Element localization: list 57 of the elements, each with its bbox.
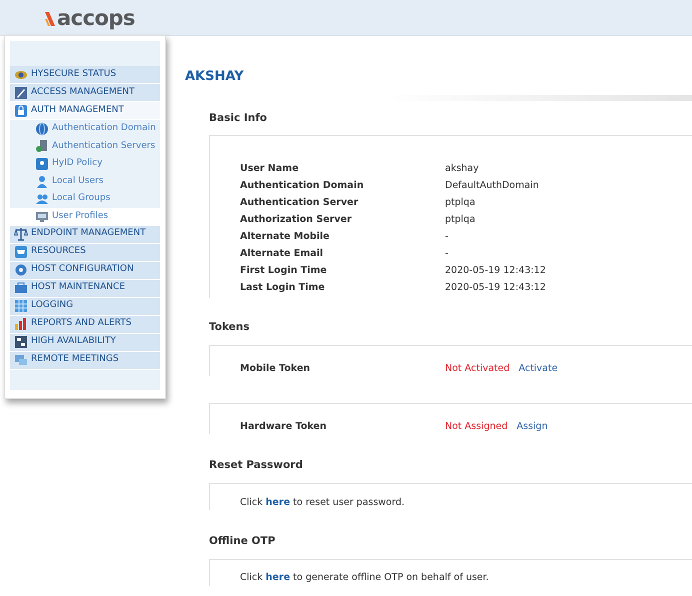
logo-text: accops bbox=[57, 8, 135, 29]
menu-item[interactable]: LOGGING bbox=[10, 298, 160, 316]
field-label: Alternate Mobile bbox=[240, 230, 330, 244]
menu-item[interactable]: HIGH AVAILABILITY bbox=[10, 334, 160, 352]
token-action-link[interactable]: Activate bbox=[518, 362, 558, 376]
field-label: First Login Time bbox=[240, 264, 328, 278]
field-label: Authorization Server bbox=[240, 212, 353, 227]
bar-chart-icon bbox=[14, 317, 28, 332]
instruction-text: Click here to reset user password. bbox=[240, 496, 405, 510]
page-title: AKSHAY bbox=[185, 68, 245, 86]
menu-item[interactable]: AUTH MANAGEMENT bbox=[10, 102, 160, 120]
token-status: Not Activated bbox=[445, 362, 510, 376]
globe-icon bbox=[35, 122, 49, 136]
menu-item[interactable]: ENDPOINT MANAGEMENT bbox=[10, 226, 160, 244]
field-label: User Name bbox=[240, 162, 300, 176]
field-value: DefaultAuthDomain bbox=[445, 178, 539, 193]
token-action-link[interactable]: Assign bbox=[516, 420, 548, 434]
badge-icon bbox=[35, 156, 49, 171]
field-value: 2020-05-19 12:43:12 bbox=[445, 280, 546, 295]
field-value: - bbox=[445, 246, 448, 261]
network-icon bbox=[14, 335, 28, 350]
users-icon bbox=[35, 192, 49, 206]
toolbox-icon bbox=[14, 281, 28, 296]
field-label: Alternate Email bbox=[240, 246, 324, 261]
submenu-item[interactable]: User Profiles bbox=[10, 208, 160, 226]
user-icon bbox=[35, 174, 49, 189]
field-label: Last Login Time bbox=[240, 280, 326, 295]
here-link[interactable]: here bbox=[266, 496, 290, 508]
field-value: akshay bbox=[445, 162, 479, 176]
menu-item[interactable]: REPORTS AND ALERTS bbox=[10, 316, 160, 334]
menu-item[interactable]: HOST MAINTENANCE bbox=[10, 280, 160, 298]
token-label: Mobile Token bbox=[240, 362, 312, 376]
section-heading: Offline OTP bbox=[209, 534, 276, 549]
menu-item[interactable]: ACCESS MANAGEMENT bbox=[10, 84, 160, 102]
here-link[interactable]: here bbox=[266, 572, 290, 584]
menu-item[interactable]: HYSECURE STATUS bbox=[10, 66, 160, 84]
field-value: 2020-05-19 12:43:12 bbox=[445, 264, 546, 278]
pencil-square-icon bbox=[14, 86, 28, 100]
field-value: ptplqa bbox=[445, 212, 476, 227]
scales-icon bbox=[14, 227, 28, 242]
menu-item[interactable]: RESOURCES bbox=[10, 244, 160, 262]
server-icon bbox=[35, 139, 49, 154]
field-value: - bbox=[445, 230, 448, 244]
field-label: Authentication Domain bbox=[240, 178, 365, 193]
field-value: ptplqa bbox=[445, 196, 476, 210]
logo-icon bbox=[44, 10, 56, 26]
calendar-icon bbox=[14, 299, 28, 314]
menu-item[interactable]: HOST CONFIGURATION bbox=[10, 262, 160, 280]
section-heading: Tokens bbox=[209, 320, 251, 336]
token-label: Hardware Token bbox=[240, 420, 328, 434]
instruction-text: Click here to generate offline OTP on behalf of user. bbox=[240, 571, 489, 586]
section-heading: Basic Info bbox=[209, 110, 268, 126]
field-label: Authentication Server bbox=[240, 196, 360, 210]
menu-item[interactable]: REMOTE MEETINGS bbox=[10, 352, 160, 370]
token-status: Not Assigned bbox=[445, 420, 508, 434]
lock-icon bbox=[14, 104, 28, 118]
section-heading: Reset Password bbox=[209, 458, 304, 473]
